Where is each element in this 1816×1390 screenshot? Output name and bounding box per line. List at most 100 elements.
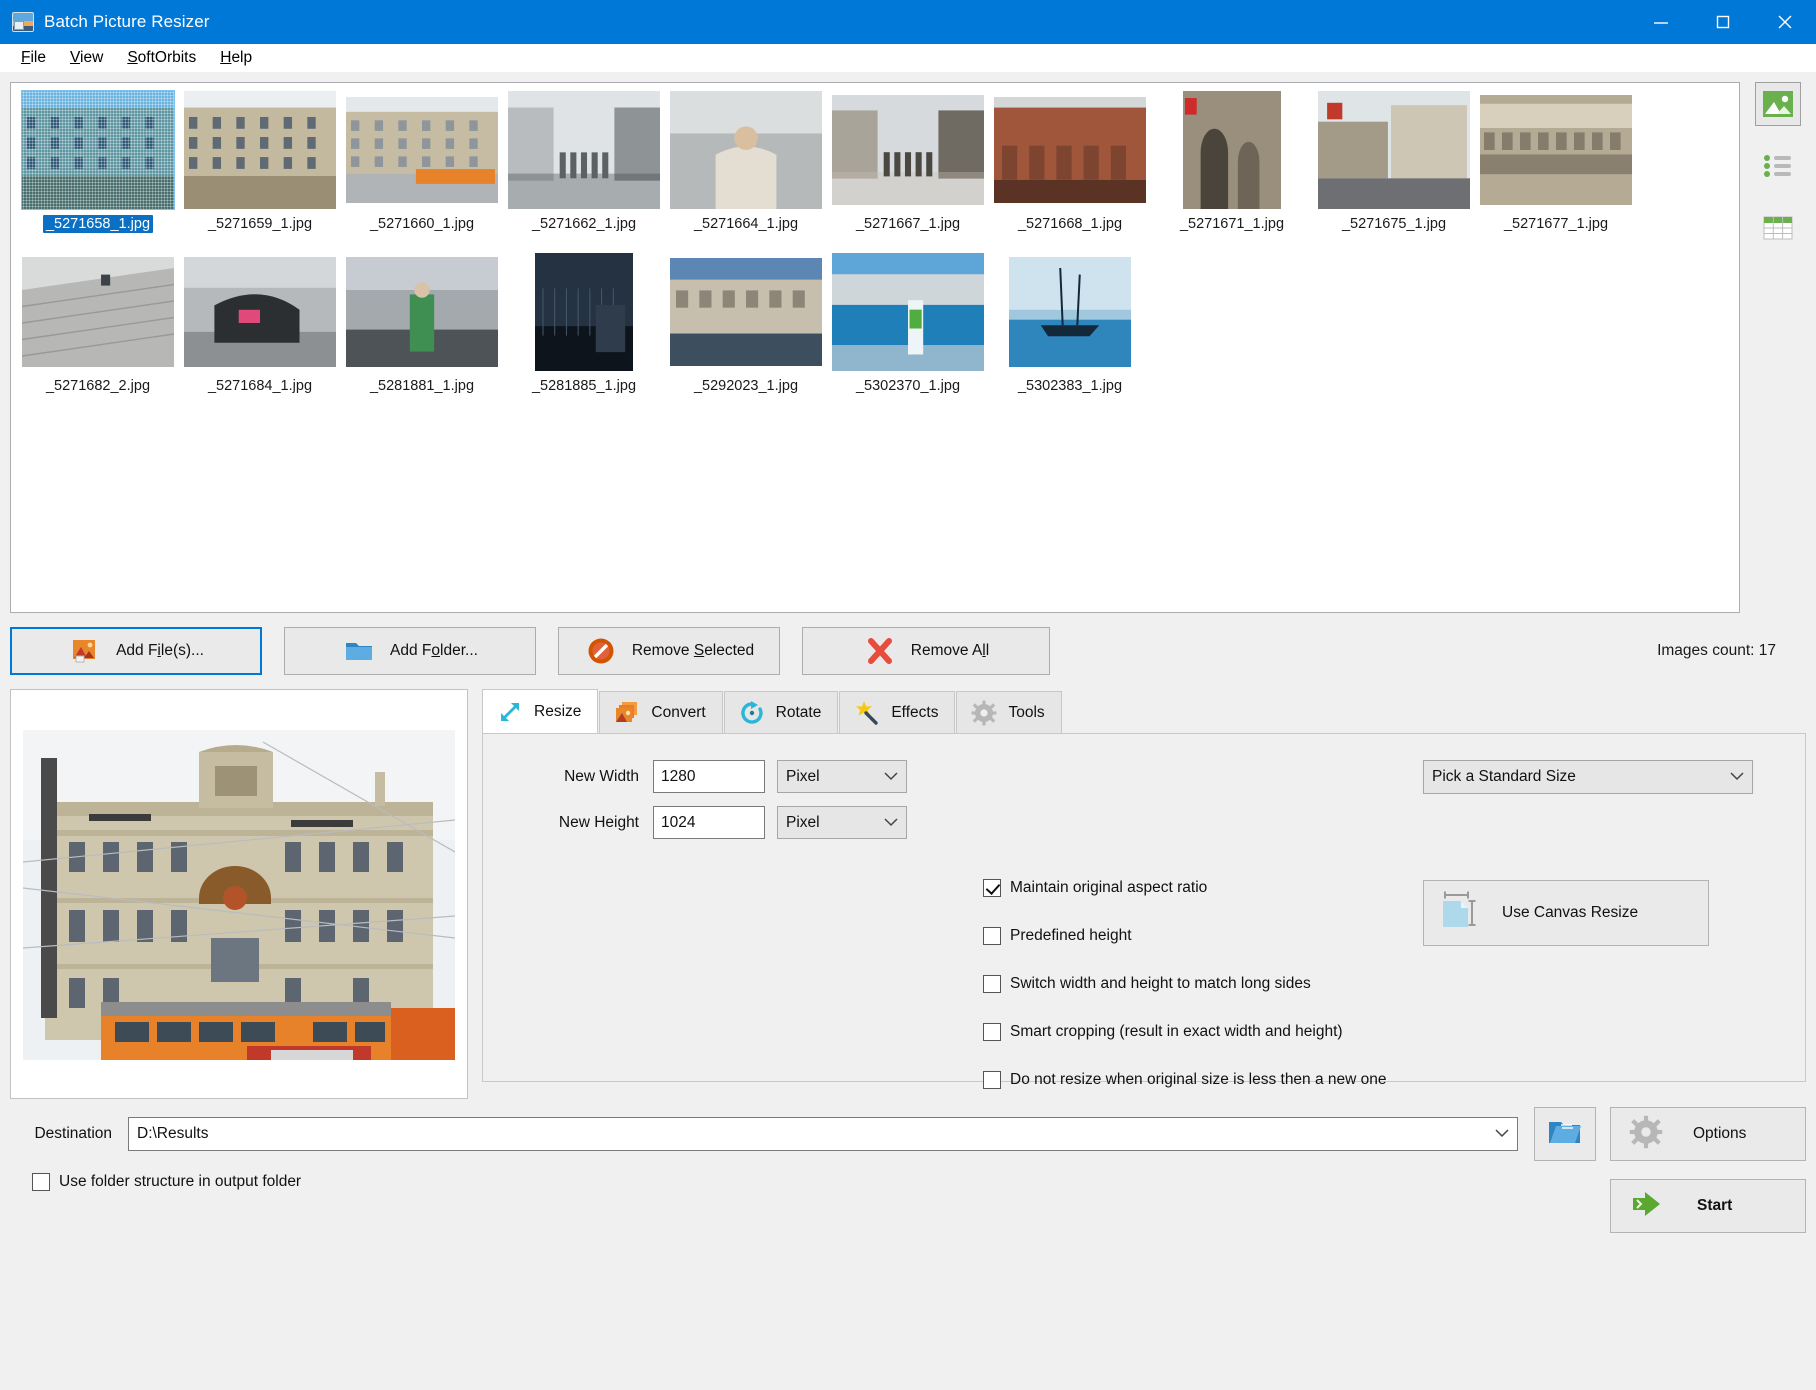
thumbnail-item[interactable]: _5271659_1.jpg [179, 91, 341, 249]
maintain-aspect-checkbox[interactable] [983, 879, 1001, 897]
app-body: _5271658_1.jpg_5271659_1.jpg _5271660_1.j… [0, 72, 1816, 1390]
remove-all-button[interactable]: Remove All [802, 627, 1050, 675]
menu-file[interactable]: File [10, 46, 57, 70]
use-folder-structure-label: Use folder structure in output folder [59, 1173, 301, 1191]
thumbnail-photo [184, 91, 336, 209]
smart-cropping-checkbox[interactable] [983, 1023, 1001, 1041]
thumbnail-item[interactable]: _5302370_1.jpg [827, 253, 989, 411]
destination-input[interactable]: D:\Results [128, 1117, 1518, 1151]
new-height-unit-select[interactable]: Pixel [777, 806, 907, 839]
thumbnail-filename: _5271682_2.jpg [43, 377, 153, 395]
use-folder-structure-row: Use folder structure in output folder [32, 1173, 1518, 1191]
red-x-icon [863, 636, 897, 666]
thumbnail-item[interactable]: _5281885_1.jpg [503, 253, 665, 411]
thumbnail-image[interactable] [994, 91, 1146, 209]
thumbnail-view-button[interactable] [1755, 82, 1801, 126]
thumbnail-item[interactable]: _5271668_1.jpg [989, 91, 1151, 249]
gear-icon [1629, 1115, 1663, 1154]
thumbnail-item[interactable]: _5302383_1.jpg [989, 253, 1151, 411]
new-width-unit-select[interactable]: Pixel [777, 760, 907, 793]
add-folder-button[interactable]: Add Folder... [284, 627, 536, 675]
menu-softorbits[interactable]: SoftOrbits [116, 46, 207, 70]
thumbnail-image[interactable] [670, 91, 822, 209]
predefined-height-checkbox[interactable] [983, 927, 1001, 945]
thumbnail-photo [832, 95, 984, 205]
rotate-icon [737, 699, 767, 727]
tab-resize[interactable]: Resize [482, 689, 598, 733]
thumbnail-filename: _5271667_1.jpg [853, 215, 963, 233]
tab-convert[interactable]: Convert [599, 691, 722, 733]
thumbnail-photo [994, 97, 1146, 203]
tab-effects[interactable]: Effects [839, 691, 955, 733]
thumbnail-filename: _5271675_1.jpg [1339, 215, 1449, 233]
thumbnail-item[interactable]: _5271684_1.jpg [179, 253, 341, 411]
thumbnail-image[interactable] [184, 253, 336, 371]
thumbnail-photo [346, 97, 498, 203]
thumbnail-item[interactable]: _5292023_1.jpg [665, 253, 827, 411]
tab-tools[interactable]: Tools [956, 691, 1061, 733]
minimize-button[interactable] [1630, 0, 1692, 44]
resize-tab-panel: New Width 1280 Pixel New Height 1024 [482, 733, 1806, 1082]
thumbnail-image[interactable] [1480, 91, 1632, 209]
thumbnail-item[interactable]: _5271671_1.jpg [1151, 91, 1313, 249]
use-folder-structure-checkbox[interactable] [32, 1173, 50, 1191]
tab-rotate[interactable]: Rotate [724, 691, 839, 733]
start-button[interactable]: Start [1610, 1179, 1806, 1233]
tab-convert-label: Convert [651, 704, 705, 722]
start-label: Start [1697, 1197, 1732, 1215]
preview-pane [10, 689, 468, 1099]
thumbnail-image[interactable] [346, 253, 498, 371]
maximize-button[interactable] [1692, 0, 1754, 44]
thumbnail-image[interactable] [832, 253, 984, 371]
use-canvas-resize-button[interactable]: Use Canvas Resize [1423, 880, 1709, 946]
settings-tabs: Resize Convert [482, 689, 1806, 1082]
thumbnail-photo [670, 258, 822, 366]
new-width-input[interactable]: 1280 [653, 760, 765, 793]
remove-selected-button[interactable]: Remove Selected [558, 627, 780, 675]
window-controls [1630, 0, 1816, 44]
thumbnail-item[interactable]: _5271677_1.jpg [1475, 91, 1637, 249]
new-height-input[interactable]: 1024 [653, 806, 765, 839]
thumbnail-item[interactable]: _5271660_1.jpg [341, 91, 503, 249]
thumbnail-item[interactable]: _5271667_1.jpg [827, 91, 989, 249]
thumbnail-image[interactable] [508, 253, 660, 371]
thumbnail-item[interactable]: _5271675_1.jpg [1313, 91, 1475, 249]
add-files-button[interactable]: Add File(s)... [10, 627, 262, 675]
thumbnail-image[interactable] [508, 91, 660, 209]
thumbnail-filename: _5302370_1.jpg [853, 377, 963, 395]
thumbnail-photo [832, 253, 984, 371]
menu-help[interactable]: Help [209, 46, 263, 70]
thumbnail-image[interactable] [994, 253, 1146, 371]
thumbnail-image[interactable] [1318, 91, 1470, 209]
thumbnail-image[interactable] [22, 91, 174, 209]
list-view-button[interactable] [1755, 144, 1801, 188]
green-arrow-icon [1629, 1189, 1667, 1224]
thumbnail-image[interactable] [184, 91, 336, 209]
title-bar: Batch Picture Resizer [0, 0, 1816, 44]
thumbnail-filename: _5271671_1.jpg [1177, 215, 1287, 233]
thumbnail-item[interactable]: _5271682_2.jpg [17, 253, 179, 411]
details-view-button[interactable] [1755, 206, 1801, 250]
thumbnail-image[interactable] [346, 91, 498, 209]
switch-wh-checkbox[interactable] [983, 975, 1001, 993]
options-button[interactable]: Options [1610, 1107, 1806, 1161]
folder-icon [342, 636, 376, 666]
browse-destination-button[interactable] [1534, 1107, 1596, 1161]
thumbnail-filename: _5271660_1.jpg [367, 215, 477, 233]
thumbnail-item[interactable]: _5271658_1.jpg [17, 91, 179, 249]
menu-view[interactable]: View [59, 46, 114, 70]
thumbnail-panel[interactable]: _5271658_1.jpg_5271659_1.jpg _5271660_1.j… [10, 82, 1740, 613]
thumbnail-image[interactable] [832, 91, 984, 209]
standard-size-select[interactable]: Pick a Standard Size [1423, 760, 1753, 794]
preview-image [23, 702, 455, 1086]
thumbnail-image[interactable] [1156, 91, 1308, 209]
close-button[interactable] [1754, 0, 1816, 44]
images-count-label: Images count: 17 [1657, 642, 1806, 660]
thumbnail-image[interactable] [670, 253, 822, 371]
thumbnail-filename: _5271677_1.jpg [1501, 215, 1611, 233]
thumbnail-image[interactable] [22, 253, 174, 371]
thumbnail-item[interactable]: _5271662_1.jpg [503, 91, 665, 249]
thumbnail-item[interactable]: _5271664_1.jpg [665, 91, 827, 249]
thumbnail-item[interactable]: _5281881_1.jpg [341, 253, 503, 411]
no-upscale-checkbox[interactable] [983, 1071, 1001, 1089]
